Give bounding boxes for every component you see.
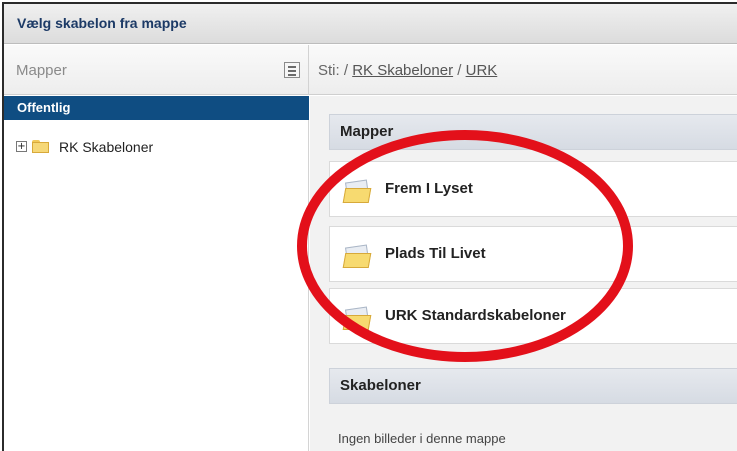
folder-item-frem-i-lyset[interactable]: Frem I Lyset — [329, 161, 737, 217]
title-bar: Vælg skabelon fra mappe — [4, 4, 737, 44]
breadcrumb-link-urk[interactable]: URK — [466, 62, 498, 79]
breadcrumb: Sti: / RK Skabeloner / URK — [318, 62, 497, 79]
open-folder-icon — [342, 244, 372, 268]
list-view-icon[interactable] — [284, 62, 300, 78]
folder-item-plads-til-livet[interactable]: Plads Til Livet — [329, 226, 737, 282]
breadcrumb-prefix: Sti: / — [318, 62, 353, 79]
dialog-title: Vælg skabelon fra mappe — [17, 15, 187, 31]
toolbar: Mapper Sti: / RK Skabeloner / URK — [4, 45, 737, 95]
tree-item-label: RK Skabeloner — [59, 139, 154, 155]
folder-item-label: Frem I Lyset — [385, 180, 473, 197]
empty-templates-message: Ingen billeder i denne mappe — [338, 431, 506, 446]
folder-tree-pane: Offentlig + RK Skabeloner — [4, 96, 309, 451]
folder-icon — [32, 140, 49, 153]
breadcrumb-separator: / — [453, 62, 466, 79]
dialog-window: Vælg skabelon fra mappe Mapper Sti: / RK… — [2, 2, 737, 451]
folder-item-label: URK Standardskabeloner — [385, 307, 566, 324]
templates-section-header: Skabeloner — [329, 368, 737, 404]
folder-item-label: Plads Til Livet — [385, 245, 486, 262]
folder-item-urk-standardskabeloner[interactable]: URK Standardskabeloner — [329, 288, 737, 344]
open-folder-icon — [342, 306, 372, 330]
tree-root-header[interactable]: Offentlig — [4, 96, 309, 120]
expand-icon[interactable]: + — [16, 141, 27, 152]
breadcrumb-link-rk-skabeloner[interactable]: RK Skabeloner — [352, 62, 453, 79]
content-pane: Mapper Frem I Lyset Plads Til Livet URK … — [310, 96, 737, 451]
toolbar-divider — [308, 45, 309, 95]
folders-section-header: Mapper — [329, 114, 737, 150]
folders-label: Mapper — [16, 62, 67, 79]
open-folder-icon — [342, 179, 372, 203]
